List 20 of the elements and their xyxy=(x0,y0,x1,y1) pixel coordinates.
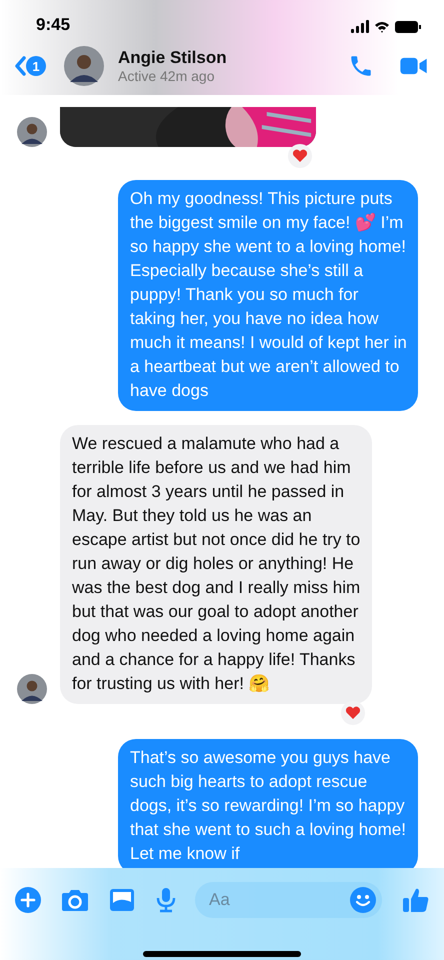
back-chevron-icon[interactable] xyxy=(14,56,26,76)
signal-icon xyxy=(351,20,369,32)
message-field[interactable]: Aa xyxy=(195,882,382,918)
plus-icon[interactable] xyxy=(15,887,41,913)
contact-name: Angie Stilson xyxy=(118,48,228,68)
thumbs-up-icon[interactable] xyxy=(402,886,430,914)
active-status: Active 42m ago xyxy=(118,68,216,84)
emoji-icon[interactable] xyxy=(350,887,376,913)
unread-badge[interactable]: 1 xyxy=(26,56,46,76)
avatar[interactable] xyxy=(64,46,104,86)
microphone-icon[interactable] xyxy=(155,887,177,913)
video-camera-icon[interactable] xyxy=(400,56,428,76)
camera-icon[interactable] xyxy=(61,888,89,912)
wifi-icon xyxy=(374,20,390,32)
message-bubble: Oh my goodness! This picture puts the biggest smile on my face! 💕 I’m so happy she went to a loving home! Especially because she’s still a puppy! Thank you so much for taking her, you have no idea how much it means! I would of kept her in a heartbeat but we aren’t allowed to have dogs xyxy=(118,180,418,411)
image-icon[interactable] xyxy=(109,888,135,912)
status-time: 9:45 xyxy=(36,15,70,35)
message-bubble: We rescued a malamute who had a terrible life before us and we had him for almost 3 years until he passed in May. But they told us he was an escape artist but not once did he try to run away or dig holes or anything! He was the best dog and I really miss him but that was our goal to adopt another dog who needed a loving home again and a chance for a happy life! Thanks for trusting us with her! 🤗 xyxy=(60,425,372,704)
message-bubble: That’s so awesome you guys have such big hearts to adopt rescue dogs, it’s so rewarding! I’m so happy that she went to such a loving home! Let me know if xyxy=(118,739,418,868)
battery-icon xyxy=(395,20,422,32)
